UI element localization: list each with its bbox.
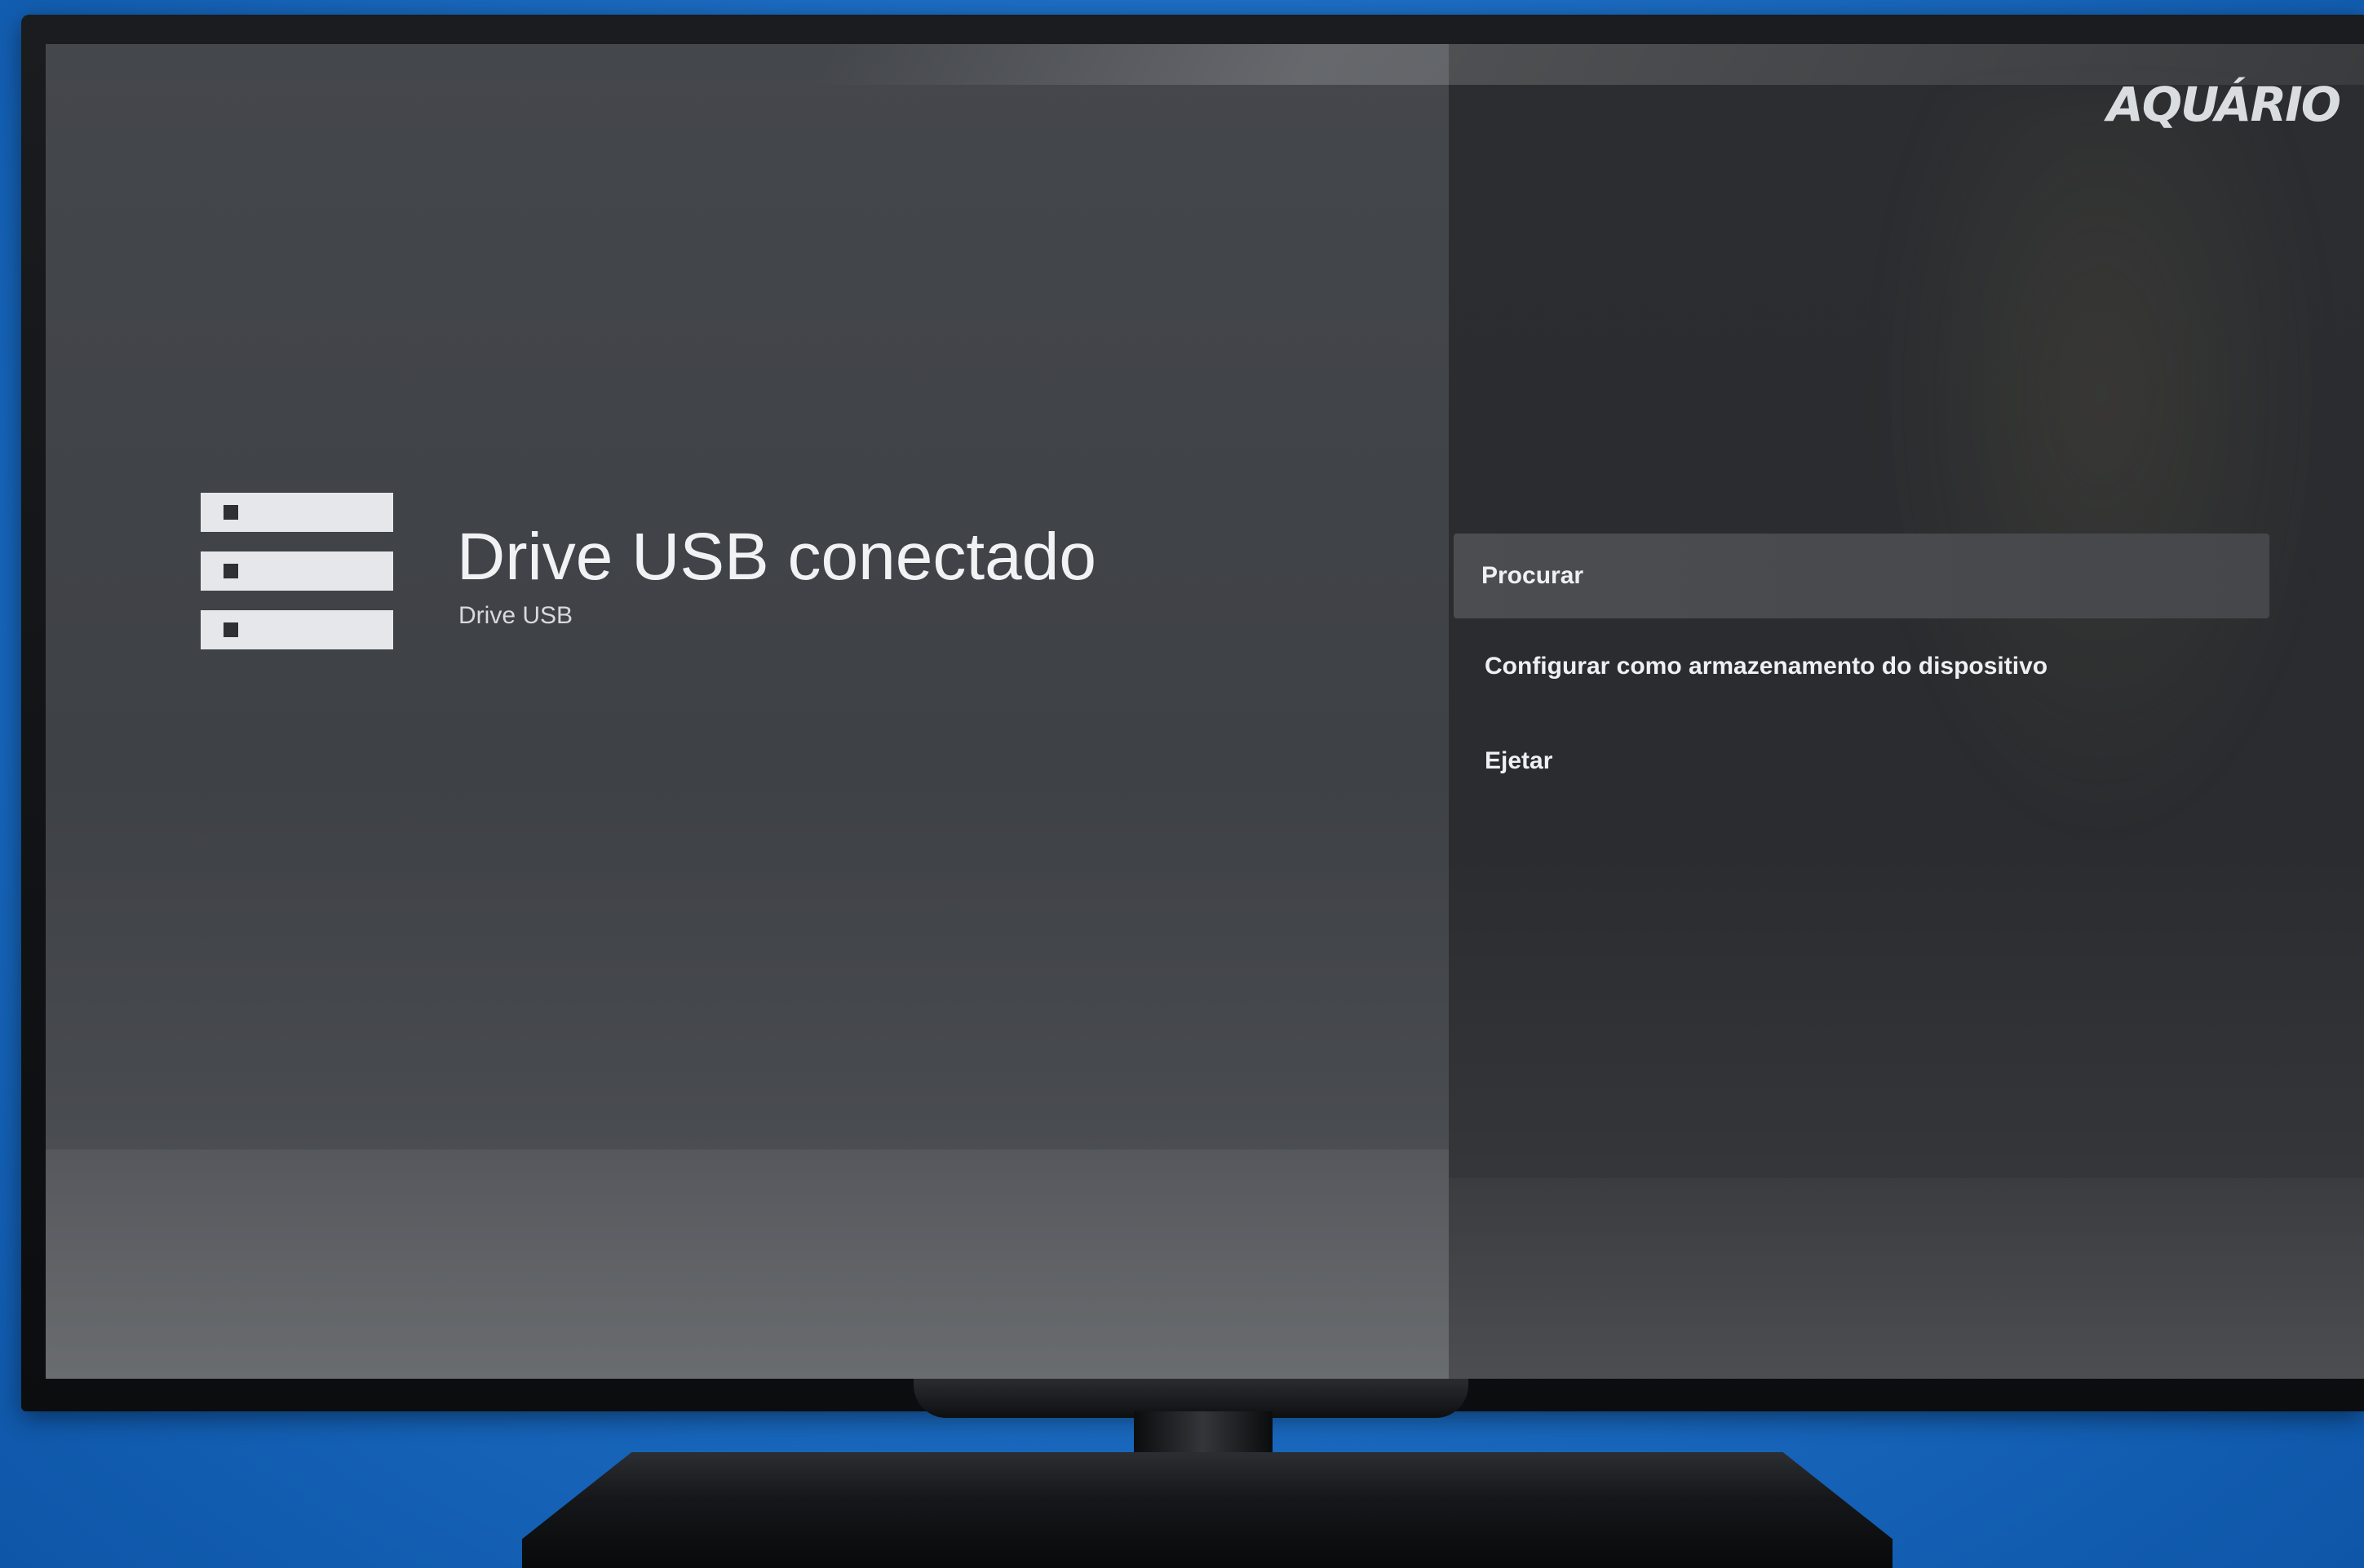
menu-item-procurar[interactable]: Procurar [1454, 534, 2269, 618]
menu-item-ejetar[interactable]: Ejetar [1454, 726, 2269, 796]
drive-slot [201, 493, 393, 532]
dialog-title: Drive USB conectado [457, 520, 1096, 594]
scene-background: Drive USB conectado Drive USB Procurar C… [0, 0, 2364, 1568]
menu-item-label: Procurar [1481, 562, 1584, 589]
drive-slot [201, 610, 393, 649]
menu-item-label: Ejetar [1485, 747, 1553, 774]
brand-logo: AQUÁRIO [2106, 77, 2341, 132]
tv-bezel: Drive USB conectado Drive USB Procurar C… [21, 15, 2364, 1411]
action-menu: Procurar Configurar como armazenamento d… [1454, 534, 2269, 821]
usb-drive-icon [201, 493, 393, 656]
menu-item-label: Configurar como armazenamento do disposi… [1485, 653, 2048, 680]
storage-info-panel: Drive USB conectado Drive USB [46, 44, 1449, 1379]
dialog-subtitle: Drive USB [458, 602, 573, 629]
tv-stand-base [522, 1452, 1893, 1568]
tv-screen: Drive USB conectado Drive USB Procurar C… [46, 44, 2364, 1379]
menu-item-configurar[interactable]: Configurar como armazenamento do disposi… [1454, 631, 2269, 702]
drive-slot [201, 551, 393, 591]
